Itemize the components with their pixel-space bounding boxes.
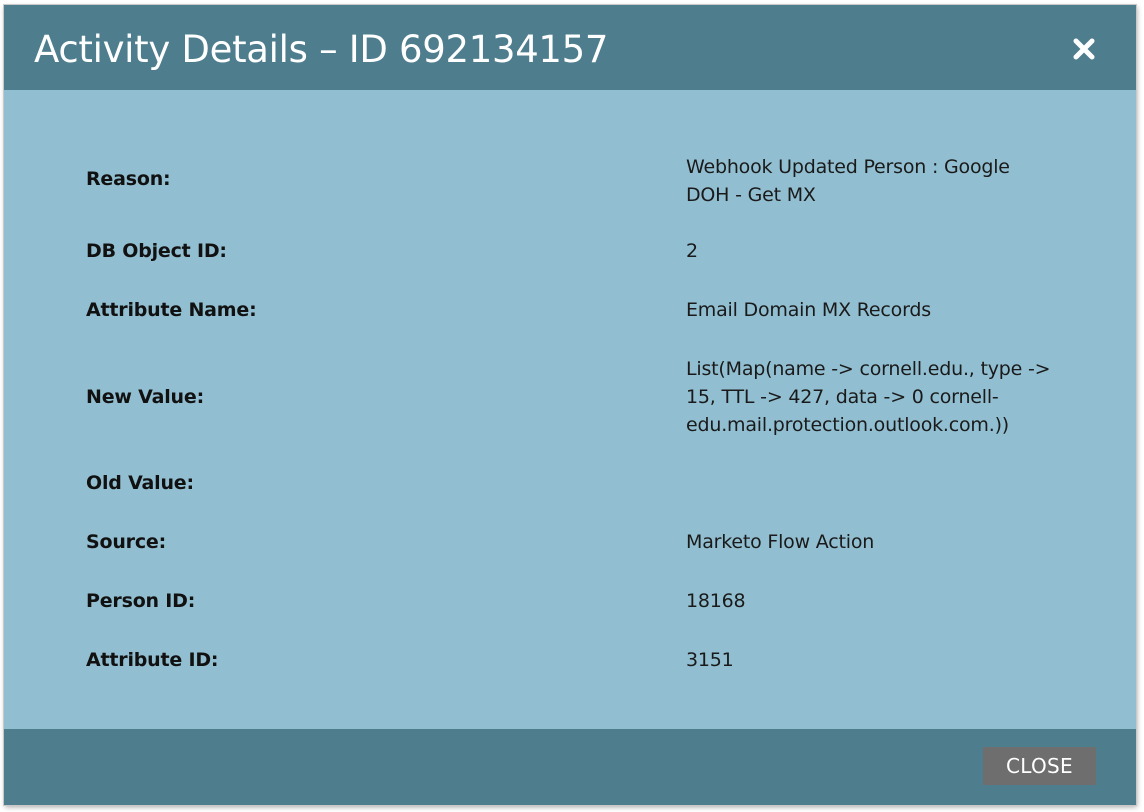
detail-label: Attribute Name:	[86, 299, 257, 321]
dialog-body: Reason: Webhook Updated Person : Google …	[4, 90, 1136, 729]
detail-value: Webhook Updated Person : Google DOH - Ge…	[686, 156, 1010, 206]
detail-label: Person ID:	[86, 590, 196, 612]
detail-label: New Value:	[86, 386, 204, 408]
detail-value: 18168	[686, 590, 746, 612]
dialog-titlebar: Activity Details – ID 692134157	[4, 5, 1136, 90]
close-button[interactable]: CLOSE	[983, 747, 1096, 785]
detail-label: Source:	[86, 531, 166, 553]
detail-label: Reason:	[86, 168, 171, 190]
detail-value: List(Map(name -> cornell.edu., type -> 1…	[686, 358, 1051, 436]
detail-label: Attribute ID:	[86, 649, 219, 671]
detail-value: 3151	[686, 649, 734, 671]
close-icon[interactable]	[1070, 35, 1098, 63]
activity-details-dialog: Activity Details – ID 692134157 Reason: …	[4, 5, 1136, 805]
detail-label: Old Value:	[86, 472, 194, 494]
detail-value: 2	[686, 240, 698, 262]
dialog-footer: CLOSE	[4, 729, 1136, 805]
detail-value: Email Domain MX Records	[686, 299, 931, 321]
detail-label: DB Object ID:	[86, 240, 227, 262]
detail-value: Marketo Flow Action	[686, 531, 875, 553]
dialog-title: Activity Details – ID 692134157	[34, 28, 609, 71]
